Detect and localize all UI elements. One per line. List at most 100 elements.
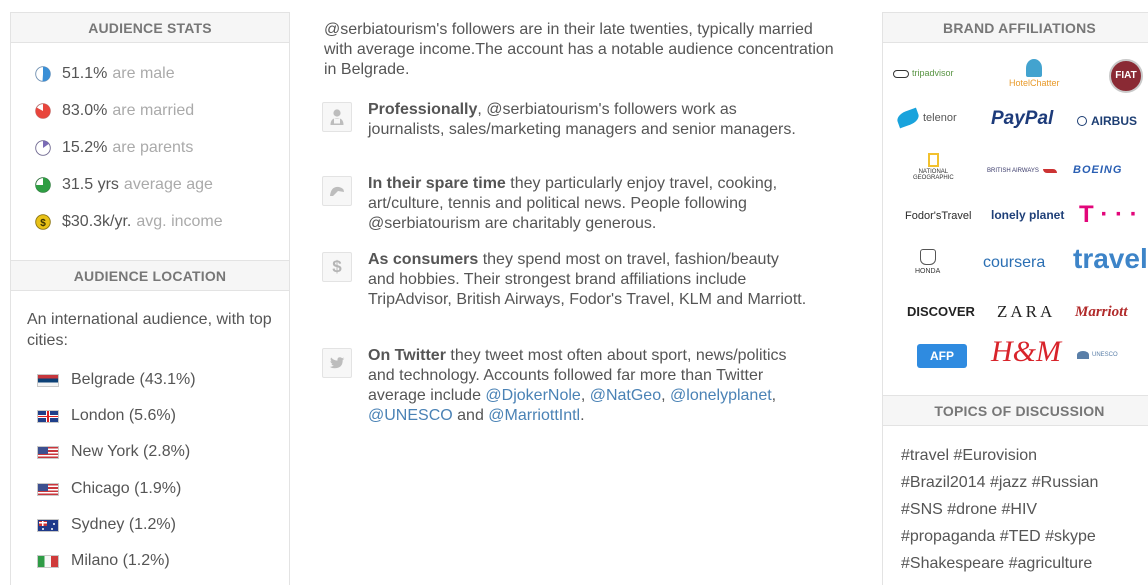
unesco-emblem-icon bbox=[1077, 351, 1089, 359]
telenor-swoosh-icon bbox=[895, 107, 921, 129]
honda-logo: HONDA bbox=[915, 249, 940, 275]
lonely-planet-logo: lonely planet bbox=[991, 208, 1065, 222]
married-pie-icon bbox=[35, 103, 51, 119]
logo-text: AIRBUS bbox=[1091, 114, 1138, 128]
marriott-logo: Marriott bbox=[1075, 304, 1128, 320]
age-pie-icon bbox=[35, 177, 51, 193]
insight-spare-time-text: In their spare time they particularly en… bbox=[368, 174, 808, 234]
coursera-logo: coursera bbox=[983, 254, 1046, 271]
fodors-logo: Fodor'sTravel bbox=[905, 210, 972, 222]
stat-married: 83.0% are married bbox=[35, 102, 194, 120]
stat-male: 51.1% are male bbox=[35, 65, 175, 83]
insight-twitter-text: On Twitter they tweet most often about s… bbox=[368, 346, 808, 426]
twitter-bird-icon bbox=[322, 348, 352, 378]
yellow-frame-icon bbox=[927, 153, 939, 167]
logo-text: UNESCO bbox=[1092, 352, 1118, 358]
logo-text: FIAT bbox=[1115, 70, 1137, 81]
stat-value: 31.5 yrs bbox=[62, 176, 119, 193]
stat-value: 51.1% bbox=[62, 65, 108, 82]
us-flag-icon bbox=[37, 482, 59, 496]
topics-title: TOPICS OF DISCUSSION bbox=[883, 396, 1148, 426]
topics-list: #travel #Eurovision #Brazil2014 #jazz #R… bbox=[901, 442, 1148, 577]
us-flag-icon bbox=[37, 445, 59, 459]
city-label: London (5.6%) bbox=[71, 407, 176, 424]
stat-label: are male bbox=[112, 65, 175, 82]
stat-value: 83.0% bbox=[62, 102, 108, 119]
logo-text: AFP bbox=[930, 349, 954, 363]
travel-logo: travel bbox=[1073, 243, 1148, 274]
svg-text:$: $ bbox=[40, 218, 46, 229]
city-item: Chicago (1.9%) bbox=[37, 480, 181, 498]
insight-lead: As consumers bbox=[368, 251, 479, 268]
stat-value: $30.3k/yr. bbox=[62, 213, 132, 230]
location-intro: An international audience, with top citi… bbox=[27, 311, 272, 349]
city-label: Belgrade (43.1%) bbox=[71, 371, 196, 388]
city-item: London (5.6%) bbox=[37, 407, 176, 425]
zara-logo: ZARA bbox=[997, 302, 1056, 321]
afp-logo: AFP bbox=[917, 344, 967, 368]
stat-label: avg. income bbox=[136, 213, 223, 230]
topics-panel: TOPICS OF DISCUSSION #travel #Eurovision… bbox=[882, 395, 1148, 585]
hotel-icon bbox=[1026, 59, 1043, 77]
dollar-icon: $ bbox=[322, 252, 352, 282]
account-link-marriottintl[interactable]: @MarriottIntl bbox=[488, 407, 580, 424]
audience-summary: @serbiatourism's followers are in their … bbox=[324, 21, 834, 78]
insight-lead: In their spare time bbox=[368, 175, 506, 192]
account-link-djokernole[interactable]: @DjokerNole bbox=[485, 387, 580, 404]
insight-lead: On Twitter bbox=[368, 347, 446, 364]
city-item: New York (2.8%) bbox=[37, 443, 190, 461]
australia-flag-icon bbox=[37, 518, 59, 532]
natgeo-logo: NATIONAL GEOGRAPHIC bbox=[913, 153, 954, 181]
logo-text: BRITISH AIRWAYS bbox=[987, 168, 1039, 174]
logo-text: telenor bbox=[923, 111, 957, 124]
logo-text: HotelChatter bbox=[1009, 78, 1060, 88]
topics-line: #Shakespeare #agriculture bbox=[901, 555, 1093, 572]
telenor-logo: telenor bbox=[895, 107, 957, 129]
insight-lead: Professionally bbox=[368, 101, 478, 118]
stat-label: are married bbox=[112, 102, 195, 119]
city-label: New York (2.8%) bbox=[71, 443, 191, 460]
city-item: Milano (1.2%) bbox=[37, 552, 170, 570]
city-label: Sydney (1.2%) bbox=[71, 516, 176, 533]
owl-eyes-icon bbox=[893, 69, 909, 78]
honda-h-icon bbox=[919, 249, 936, 265]
hotelchatter-logo: HotelChatter bbox=[1009, 59, 1060, 88]
separator: and bbox=[452, 407, 484, 424]
stat-age: 31.5 yrs average age bbox=[35, 176, 213, 194]
separator: , bbox=[661, 387, 666, 404]
audience-location-panel: AUDIENCE LOCATION An international audie… bbox=[10, 260, 290, 585]
audience-location-title: AUDIENCE LOCATION bbox=[11, 261, 289, 291]
city-item: Sydney (1.2%) bbox=[37, 516, 176, 534]
logo-text: tripadvisor bbox=[912, 68, 954, 78]
city-label: Milano (1.2%) bbox=[71, 552, 170, 569]
airbus-globe-icon bbox=[1077, 116, 1087, 126]
parents-pie-icon bbox=[35, 140, 51, 156]
british-airways-logo: BRITISH AIRWAYS bbox=[987, 168, 1057, 174]
stat-value: 15.2% bbox=[62, 139, 108, 156]
logo-text: GEOGRAPHIC bbox=[913, 175, 954, 181]
insight-consumers-text: As consumers they spend most on travel, … bbox=[368, 250, 808, 310]
dollar-coin-icon: $ bbox=[35, 214, 51, 230]
logo-text: HONDA bbox=[915, 268, 941, 275]
fiat-logo: FIAT bbox=[1109, 59, 1143, 93]
separator: . bbox=[580, 407, 585, 424]
tmobile-logo: T · · · bbox=[1079, 201, 1138, 228]
separator: , bbox=[771, 387, 777, 404]
boeing-logo: BOEING bbox=[1073, 164, 1123, 176]
brand-affiliations-title: BRAND AFFILIATIONS bbox=[883, 13, 1148, 43]
account-link-natgeo[interactable]: @NatGeo bbox=[590, 387, 661, 404]
separator: , bbox=[580, 387, 586, 404]
account-link-lonelyplanet[interactable]: @lonelyplanet bbox=[670, 387, 772, 404]
audience-stats-panel: AUDIENCE STATS 51.1% are male 83.0% are … bbox=[10, 12, 290, 262]
serbia-flag-icon bbox=[37, 373, 59, 387]
hm-logo: H&M bbox=[991, 335, 1061, 368]
account-link-unesco[interactable]: @UNESCO bbox=[368, 407, 453, 424]
italy-flag-icon bbox=[37, 554, 59, 568]
speedmarque-icon bbox=[1042, 169, 1057, 173]
stat-label: are parents bbox=[112, 139, 194, 156]
tripadvisor-logo: tripadvisor bbox=[893, 69, 954, 78]
unesco-site-logo: UNESCO bbox=[1077, 351, 1118, 359]
uk-flag-icon bbox=[37, 409, 59, 423]
stat-parents: 15.2% are parents bbox=[35, 139, 193, 157]
topics-line: #travel #Eurovision bbox=[901, 447, 1038, 464]
